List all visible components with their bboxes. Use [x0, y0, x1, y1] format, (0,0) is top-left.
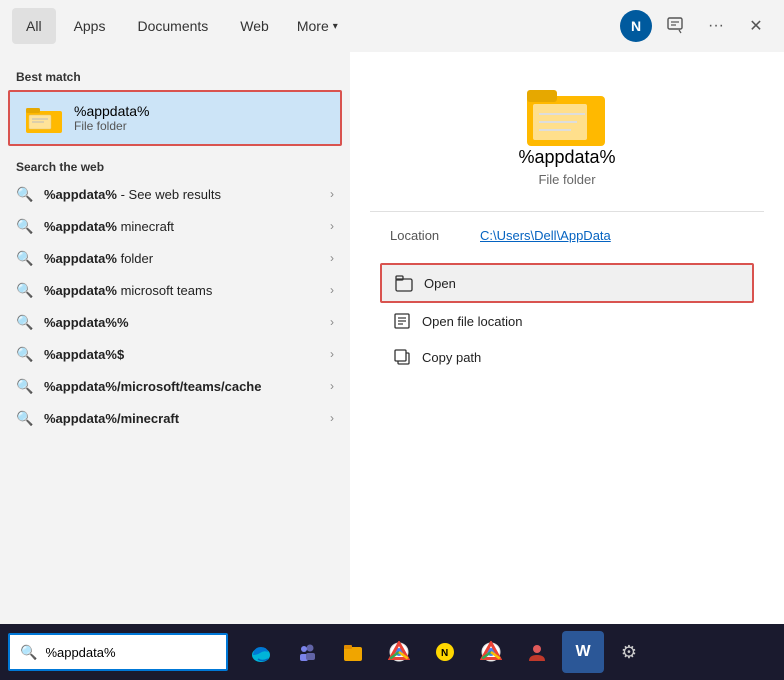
best-match-title: %appdata% — [74, 103, 150, 119]
chrome-icon — [388, 641, 410, 663]
search-icon: 🔍 — [16, 249, 34, 267]
list-item[interactable]: 🔍 %appdata%/minecraft › — [0, 402, 350, 434]
settings-icon: ⚙ — [621, 642, 637, 663]
left-panel: Best match %appdata% File folder Search … — [0, 52, 350, 624]
info-row: Location C:\Users\Dell\AppData — [370, 228, 764, 243]
feedback-button[interactable] — [660, 10, 692, 42]
taskbar-remote[interactable] — [516, 631, 558, 673]
chevron-right-icon: › — [330, 187, 334, 201]
right-panel: %appdata% File folder Location C:\Users\… — [350, 52, 784, 624]
open-file-location-label: Open file location — [422, 314, 522, 329]
chrome2-icon — [480, 641, 502, 663]
taskbar-search-icon: 🔍 — [20, 644, 37, 661]
taskbar-search-box[interactable]: 🔍 %appdata% — [8, 633, 228, 671]
file-location-icon — [392, 311, 412, 331]
chevron-right-icon: › — [330, 411, 334, 425]
taskbar-norton[interactable]: N — [424, 631, 466, 673]
main-content: Best match %appdata% File folder Search … — [0, 52, 784, 624]
search-icon: 🔍 — [16, 345, 34, 363]
search-icon: 🔍 — [16, 185, 34, 203]
taskbar-files[interactable] — [332, 631, 374, 673]
copy-path-label: Copy path — [422, 350, 481, 365]
list-item[interactable]: 🔍 %appdata%% › — [0, 306, 350, 338]
list-item[interactable]: 🔍 %appdata% minecraft › — [0, 210, 350, 242]
nav-right: N ··· ✕ — [620, 10, 772, 42]
edge-icon — [250, 641, 272, 663]
chevron-right-icon: › — [330, 315, 334, 329]
feedback-icon — [667, 17, 685, 35]
best-match-sub: File folder — [74, 119, 150, 133]
taskbar: 🔍 %appdata% — [0, 624, 784, 680]
list-item[interactable]: 🔍 %appdata% folder › — [0, 242, 350, 274]
search-icon: 🔍 — [16, 217, 34, 235]
folder-open-icon — [394, 273, 414, 293]
search-icon: 🔍 — [16, 281, 34, 299]
files-icon — [342, 641, 364, 663]
list-item[interactable]: 🔍 %appdata%$ › — [0, 338, 350, 370]
tab-all[interactable]: All — [12, 8, 56, 44]
search-icon: 🔍 — [16, 377, 34, 395]
web-search-label: Search the web — [0, 154, 350, 178]
open-label: Open — [424, 276, 456, 291]
close-button[interactable]: ✕ — [740, 10, 772, 42]
chevron-right-icon: › — [330, 283, 334, 297]
copy-path-action[interactable]: Copy path — [380, 339, 754, 375]
remote-icon — [526, 641, 548, 663]
top-nav: All Apps Documents Web More ▾ N ··· ✕ — [0, 0, 784, 52]
chevron-down-icon: ▾ — [333, 21, 338, 32]
chevron-right-icon: › — [330, 379, 334, 393]
open-action[interactable]: Open — [380, 263, 754, 303]
list-item[interactable]: 🔍 %appdata%/microsoft/teams/cache › — [0, 370, 350, 402]
open-file-location-action[interactable]: Open file location — [380, 303, 754, 339]
taskbar-edge[interactable] — [240, 631, 282, 673]
result-title: %appdata% — [518, 147, 615, 168]
taskbar-search-text: %appdata% — [45, 645, 115, 660]
chevron-right-icon: › — [330, 347, 334, 361]
taskbar-teams[interactable] — [286, 631, 328, 673]
copy-icon — [392, 347, 412, 367]
folder-icon-large — [527, 82, 607, 147]
location-value[interactable]: C:\Users\Dell\AppData — [480, 228, 611, 243]
folder-icon — [26, 100, 62, 136]
norton-icon: N — [434, 641, 456, 663]
list-item[interactable]: 🔍 %appdata% - See web results › — [0, 178, 350, 210]
result-subtitle: File folder — [538, 172, 595, 187]
action-list: Open Open file location — [370, 263, 764, 375]
tab-apps[interactable]: Apps — [60, 8, 120, 44]
teams-icon — [296, 641, 318, 663]
divider — [370, 211, 764, 212]
search-icon: 🔍 — [16, 313, 34, 331]
tab-documents[interactable]: Documents — [123, 8, 222, 44]
chevron-right-icon: › — [330, 251, 334, 265]
chevron-right-icon: › — [330, 219, 334, 233]
more-options-button[interactable]: ··· — [700, 10, 732, 42]
best-match-item[interactable]: %appdata% File folder — [8, 90, 342, 146]
list-item[interactable]: 🔍 %appdata% microsoft teams › — [0, 274, 350, 306]
svg-text:N: N — [441, 648, 448, 659]
location-label: Location — [390, 228, 480, 243]
taskbar-chrome2[interactable] — [470, 631, 512, 673]
tab-web[interactable]: Web — [226, 8, 283, 44]
taskbar-chrome[interactable] — [378, 631, 420, 673]
taskbar-word[interactable]: W — [562, 631, 604, 673]
avatar: N — [620, 10, 652, 42]
tab-more[interactable]: More ▾ — [287, 10, 348, 42]
taskbar-settings[interactable]: ⚙ — [608, 631, 650, 673]
search-icon: 🔍 — [16, 409, 34, 427]
word-icon: W — [575, 643, 590, 661]
best-match-label: Best match — [0, 64, 350, 88]
